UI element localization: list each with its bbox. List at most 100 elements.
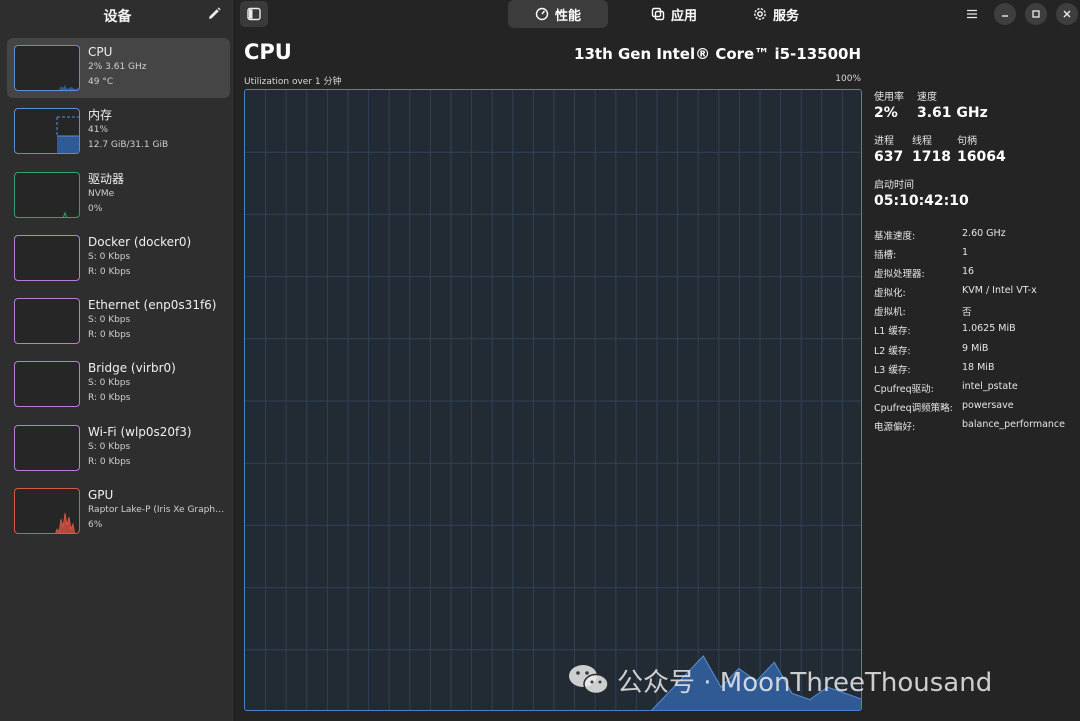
device-list: CPU 2% 3.61 GHz 49 °C 内存 41% 12.7 GiB/31… <box>7 38 230 544</box>
device-detail: R: 0 Kbps <box>88 330 131 341</box>
spec-value: 1.0625 MiB <box>962 323 1016 335</box>
spec-value: KVM / Intel VT-x <box>962 285 1037 297</box>
memory-thumbnail-graph <box>14 108 80 155</box>
uptime-label: 启动时间 <box>874 180 914 191</box>
tab-services[interactable]: 服务 <box>726 0 826 28</box>
device-detail: 12.7 GiB/31.1 GiB <box>88 140 169 151</box>
device-name: Ethernet (enp0s31f6) <box>88 298 217 313</box>
spec-row: 虚拟机: 否 <box>874 304 1074 323</box>
spec-value: 9 MiB <box>962 342 989 354</box>
device-detail: Raptor Lake-P (Iris Xe Graphics) <box>88 505 226 516</box>
cpu-utilization-graph <box>244 89 862 711</box>
device-name: GPU <box>88 488 114 503</box>
device-item-wifi[interactable]: Wi-Fi (wlp0s20f3) S: 0 Kbps R: 0 Kbps <box>7 418 230 478</box>
spec-value: intel_pstate <box>962 380 1018 392</box>
device-detail: R: 0 Kbps <box>88 266 131 277</box>
tab-label: 服务 <box>772 8 799 24</box>
minimize-icon <box>1002 15 1008 17</box>
minimize-button[interactable] <box>994 3 1016 25</box>
device-name: 内存 <box>88 108 113 123</box>
spec-value: powersave <box>962 399 1014 411</box>
close-button[interactable] <box>1056 3 1078 25</box>
spec-value: 18 MiB <box>962 361 995 373</box>
spec-row: 虚拟化: KVM / Intel VT-x <box>874 285 1074 304</box>
gauge-icon <box>535 7 549 21</box>
device-item-ethernet[interactable]: Ethernet (enp0s31f6) S: 0 Kbps R: 0 Kbps <box>7 291 230 351</box>
docker-thumbnail-graph <box>14 234 80 281</box>
sidebar-header: 设备 <box>0 0 234 30</box>
processes-value: 637 <box>874 149 904 165</box>
device-detail: 6% <box>88 520 103 531</box>
uptime-value: 05:10:42:10 <box>874 193 969 209</box>
device-detail: R: 0 Kbps <box>88 393 131 404</box>
cpu-thumbnail-graph <box>14 45 80 91</box>
spec-list: 基准速度: 2.60 GHz 插槽: 1 虚拟处理器: 16 虚拟化: KVM / In… <box>874 228 1074 438</box>
handles-label: 句柄 <box>957 136 977 147</box>
spec-row: L2 缓存: 9 MiB <box>874 343 1074 362</box>
device-item-gpu[interactable]: GPU Raptor Lake-P (Iris Xe Graphics) 6% <box>7 481 230 541</box>
gpu-thumbnail-graph <box>14 488 80 535</box>
spec-key: 虚拟处理器: <box>874 269 925 281</box>
device-name: CPU <box>88 45 113 59</box>
spec-key: Cpufreq驱动: <box>874 383 934 395</box>
spec-value: 2.60 GHz <box>962 228 1006 239</box>
sidebar-toggle-button[interactable] <box>240 1 268 27</box>
speed-value: 3.61 GHz <box>917 105 988 121</box>
drive-thumbnail-graph <box>14 171 80 218</box>
cpu-model-name: 13th Gen Intel® Core™ i5-13500H <box>574 45 861 63</box>
spec-row: L3 缓存: 18 MiB <box>874 362 1074 381</box>
watermark: 公众号 · MoonThreeThousand <box>567 660 992 700</box>
usage-label: 使用率 <box>874 92 904 103</box>
device-item-cpu[interactable]: CPU 2% 3.61 GHz 49 °C <box>7 38 230 98</box>
device-item-bridge[interactable]: Bridge (virbr0) S: 0 Kbps R: 0 Kbps <box>7 354 230 414</box>
spec-row: Cpufreq驱动: intel_pstate <box>874 381 1074 400</box>
device-detail: 49 °C <box>88 77 114 87</box>
device-detail: 0% <box>88 203 103 214</box>
ethernet-thumbnail-graph <box>14 298 80 345</box>
spec-row: 虚拟处理器: 16 <box>874 266 1074 285</box>
wifi-thumbnail-graph <box>14 424 80 471</box>
device-item-docker[interactable]: Docker (docker0) S: 0 Kbps R: 0 Kbps <box>7 228 230 288</box>
handles-value: 16064 <box>957 149 1006 165</box>
wechat-icon <box>567 662 611 698</box>
spec-key: 基准速度: <box>874 231 916 242</box>
tab-performance[interactable]: 性能 <box>508 0 608 28</box>
hamburger-menu-icon <box>967 9 977 19</box>
device-detail: S: 0 Kbps <box>88 378 131 389</box>
device-item-memory[interactable]: 内存 41% 12.7 GiB/31.1 GiB <box>7 101 230 161</box>
stats-panel: 使用率 2% 速度 3.61 GHz 进程 637 线程 1718 句柄 160… <box>874 88 1074 438</box>
edit-icon[interactable] <box>206 6 222 22</box>
gear-icon <box>754 8 766 20</box>
device-detail: 41% <box>88 125 109 136</box>
graph-caption: Utilization over 1 分钟 <box>244 77 342 87</box>
processes-label: 进程 <box>874 136 894 147</box>
bridge-thumbnail-graph <box>14 361 80 408</box>
device-detail: 2% 3.61 GHz <box>88 62 147 72</box>
apps-icon <box>651 7 665 21</box>
spec-key: Cpufreq调频策略: <box>874 402 953 414</box>
uptime-row: 启动时间 05:10:42:10 <box>874 176 1074 228</box>
tab-label: 性能 <box>554 8 581 24</box>
threads-value: 1718 <box>912 149 951 165</box>
spec-row: 基准速度: 2.60 GHz <box>874 228 1074 247</box>
maximize-button[interactable] <box>1025 3 1047 25</box>
tab-apps[interactable]: 应用 <box>624 0 724 28</box>
header-bar: 性能 应用 服务 <box>236 0 1080 30</box>
threads-label: 线程 <box>912 136 932 147</box>
close-icon <box>1063 10 1071 18</box>
spec-key: 虚拟机: <box>874 307 906 319</box>
spec-key: L3 缓存: <box>874 364 911 376</box>
watermark-text: 公众号 · MoonThreeThousand <box>617 667 993 698</box>
device-detail: S: 0 Kbps <box>88 315 131 326</box>
spec-key: 虚拟化: <box>874 288 906 300</box>
spec-key: L1 缓存: <box>874 326 911 338</box>
sidebar-toggle-icon <box>247 7 261 21</box>
process-row: 进程 637 线程 1718 句柄 16064 <box>874 132 1074 176</box>
spec-row: 插槽: 1 <box>874 247 1074 266</box>
page-title: CPU <box>244 40 292 64</box>
maximize-icon <box>1032 10 1040 18</box>
menu-button[interactable] <box>961 3 983 25</box>
device-detail: R: 0 Kbps <box>88 456 131 467</box>
device-item-drive[interactable]: 驱动器 NVMe 0% <box>7 165 230 225</box>
device-name: Bridge (virbr0) <box>88 361 176 376</box>
